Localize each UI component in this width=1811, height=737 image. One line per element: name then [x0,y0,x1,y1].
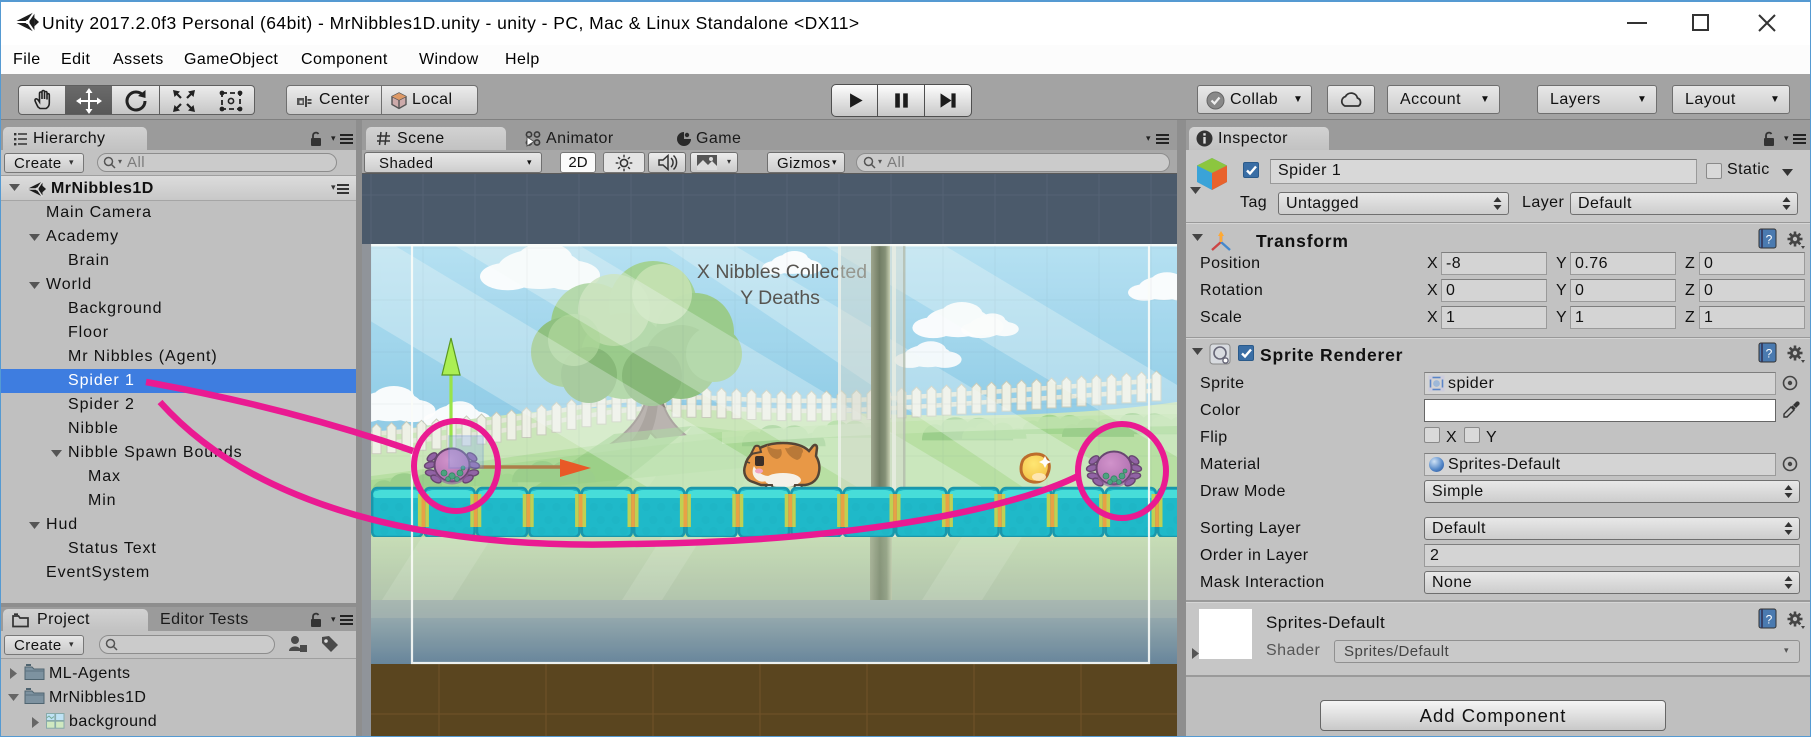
svg-text:?: ? [1766,613,1773,627]
svg-text:?: ? [1766,347,1773,361]
svg-text:?: ? [1766,233,1773,247]
